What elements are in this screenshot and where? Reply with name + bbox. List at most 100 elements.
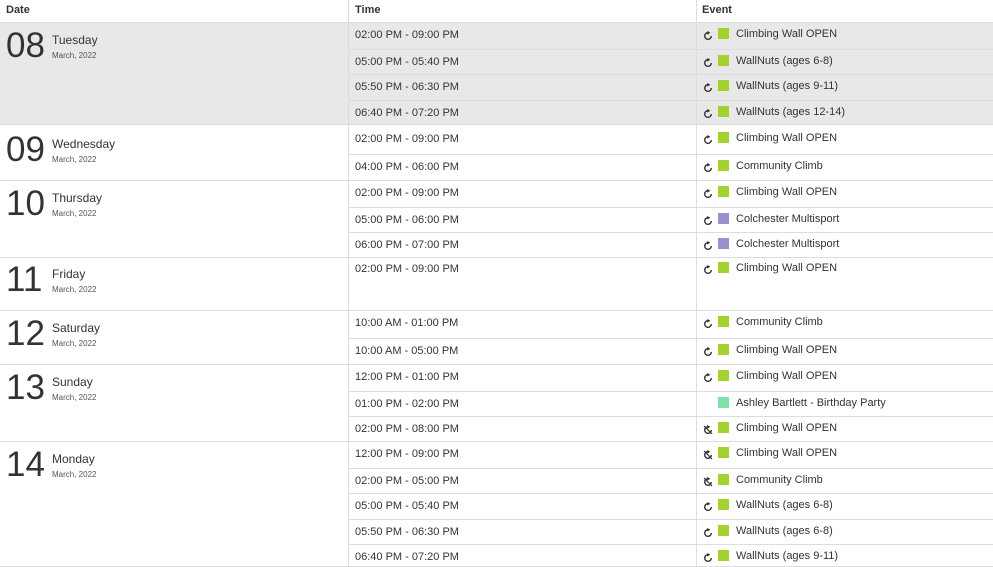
event-row[interactable]: 05:50 PM - 06:30 PM WallNuts (ages 6-8) [349,518,993,545]
recurring-icon [704,502,712,511]
event-time: 05:00 PM - 05:40 PM [355,500,459,512]
day-weekday: Wednesday [52,137,116,151]
event-time: 06:40 PM - 07:20 PM [355,551,459,563]
day-month: March, 2022 [52,209,97,218]
event-color-swatch [718,186,729,197]
event-time: 02:00 PM - 09:00 PM [355,29,459,41]
date-column-header[interactable]: Date [0,0,349,23]
day-group: 09 Wednesday March, 2022 02:00 PM - 09:00 P… [0,127,993,181]
recurring-icon [704,241,712,250]
day-group: 14 Monday March, 2022 12:00 PM - 09:00 PM Cl… [0,442,993,567]
event-color-swatch [718,524,729,536]
day-group: 13 Sunday March, 2022 12:00 PM - 01:00 PM Cl… [0,365,993,442]
event-title-link[interactable]: Colchester Multisport [736,238,839,250]
recurring-icon [704,108,712,118]
recurring-icon [704,215,712,225]
recurring-exception-icon [703,450,713,460]
event-title-link[interactable]: WallNuts (ages 12-14) [736,106,845,118]
event-title-link[interactable]: Climbing Wall OPEN [736,132,837,144]
event-column-header[interactable]: Event [696,0,993,23]
event-color-swatch [718,105,729,117]
event-title-link[interactable]: Climbing Wall OPEN [736,262,837,274]
event-color-swatch [718,159,729,171]
recurring-icon [704,57,712,67]
event-title-link[interactable]: Climbing Wall OPEN [736,422,837,434]
event-color-swatch [718,212,729,224]
agenda-table: Date Time Event 08 Tuesday March, 2022 02:0… [0,0,993,567]
day-month: March, 2022 [52,393,97,402]
event-row[interactable]: 05:50 PM - 06:30 PM WallNuts (ages 9-11) [349,74,993,100]
day-number: 12 [6,314,45,353]
event-title-link[interactable]: Climbing Wall OPEN [736,186,837,198]
event-time: 04:00 PM - 06:00 PM [355,160,459,173]
event-color-swatch [718,80,729,91]
event-row[interactable]: 12:00 PM - 01:00 PM Climbing Wall OPEN [349,365,993,391]
event-title-link[interactable]: WallNuts (ages 6-8) [736,55,833,67]
recurring-icon [704,527,712,537]
event-title-link[interactable]: WallNuts (ages 9-11) [736,80,838,92]
event-time: 05:50 PM - 06:30 PM [355,81,459,93]
event-time: 06:40 PM - 07:20 PM [355,106,459,119]
time-column-header[interactable]: Time [349,0,696,23]
event-row[interactable]: 02:00 PM - 05:00 PM Community Climb [349,467,993,494]
event-color-swatch [718,28,729,39]
event-row[interactable]: 02:00 PM - 09:00 PM Climbing Wall OPEN [349,257,993,311]
event-title-link[interactable]: WallNuts (ages 6-8) [736,499,833,511]
day-number: 11 [6,260,43,299]
recurring-exception-icon [703,476,713,486]
event-row[interactable]: 05:00 PM - 05:40 PM WallNuts (ages 6-8) [349,48,993,75]
event-title-link[interactable]: Community Climb [736,316,823,328]
event-title-link[interactable]: Colchester Multisport [736,213,839,225]
event-time: 02:00 PM - 08:00 PM [355,423,459,435]
day-number: 09 [6,130,45,169]
event-color-swatch [718,316,729,327]
event-color-swatch [718,132,729,143]
column-divider [696,0,697,567]
column-divider [348,0,349,567]
day-number: 10 [6,184,45,223]
event-row[interactable]: 12:00 PM - 09:00 PM Climbing Wall OPEN [349,442,993,468]
event-row[interactable]: 06:40 PM - 07:20 PM WallNuts (ages 9-11) [349,544,993,567]
event-row[interactable]: 01:00 PM - 02:00 PM Ashley Bartlett - Bir… [349,390,993,417]
event-row[interactable]: 05:00 PM - 05:40 PM WallNuts (ages 6-8) [349,493,993,519]
event-title-link[interactable]: Community Climb [736,474,823,486]
day-group: 08 Tuesday March, 2022 02:00 PM - 09:00 PM C… [0,23,993,125]
event-time: 05:50 PM - 06:30 PM [355,525,459,538]
event-color-swatch [718,343,729,355]
event-title-link[interactable]: WallNuts (ages 6-8) [736,525,833,537]
day-weekday: Saturday [52,321,101,335]
event-row[interactable]: 05:00 PM - 06:00 PM Colchester Multisport [349,206,993,233]
event-row[interactable]: 02:00 PM - 09:00 PM Climbing Wall OPEN [349,23,993,49]
event-time: 10:00 AM - 05:00 PM [355,344,459,357]
day-weekday: Friday [52,267,86,281]
recurring-icon [704,135,712,144]
recurring-icon [704,346,712,356]
event-row[interactable]: 10:00 AM - 05:00 PM Climbing Wall OPEN [349,337,993,365]
day-month: March, 2022 [52,285,97,294]
event-row[interactable]: 06:40 PM - 07:20 PM WallNuts (ages 12-14) [349,99,993,126]
event-title-link[interactable]: Climbing Wall OPEN [736,344,837,356]
event-title-link[interactable]: WallNuts (ages 9-11) [736,550,838,562]
day-month: March, 2022 [52,51,97,60]
event-color-swatch [718,396,729,408]
event-row[interactable]: 10:00 AM - 01:00 PM Community Climb [349,311,993,338]
event-color-swatch [718,422,729,433]
event-title-link[interactable]: Ashley Bartlett - Birthday Party [736,397,886,409]
day-group: 10 Thursday March, 2022 02:00 PM - 09:00 PM… [0,181,993,258]
event-row[interactable]: 06:00 PM - 07:00 PM Colchester Multisport [349,232,993,258]
event-time: 12:00 PM - 09:00 PM [355,448,459,460]
event-time: 02:00 PM - 09:00 PM [355,263,459,275]
event-row[interactable]: 02:00 PM - 08:00 PM Climbing Wall OPEN [349,416,993,442]
event-row[interactable]: 04:00 PM - 06:00 PM Community Climb [349,153,993,181]
recurring-icon [704,265,712,274]
event-time: 05:00 PM - 06:00 PM [355,213,459,226]
event-row[interactable]: 02:00 PM - 09:00 PM Climbing Wall OPEN [349,181,993,207]
event-row[interactable]: 02:00 PM - 09:00 PM Climbing Wall OPEN [349,127,993,154]
event-title-link[interactable]: Community Climb [736,160,823,172]
day-month: March, 2022 [52,470,97,479]
recurring-exception-icon [703,425,713,435]
event-title-link[interactable]: Climbing Wall OPEN [736,447,837,459]
event-title-link[interactable]: Climbing Wall OPEN [736,370,837,382]
day-number: 13 [6,368,45,407]
event-title-link[interactable]: Climbing Wall OPEN [736,28,837,40]
